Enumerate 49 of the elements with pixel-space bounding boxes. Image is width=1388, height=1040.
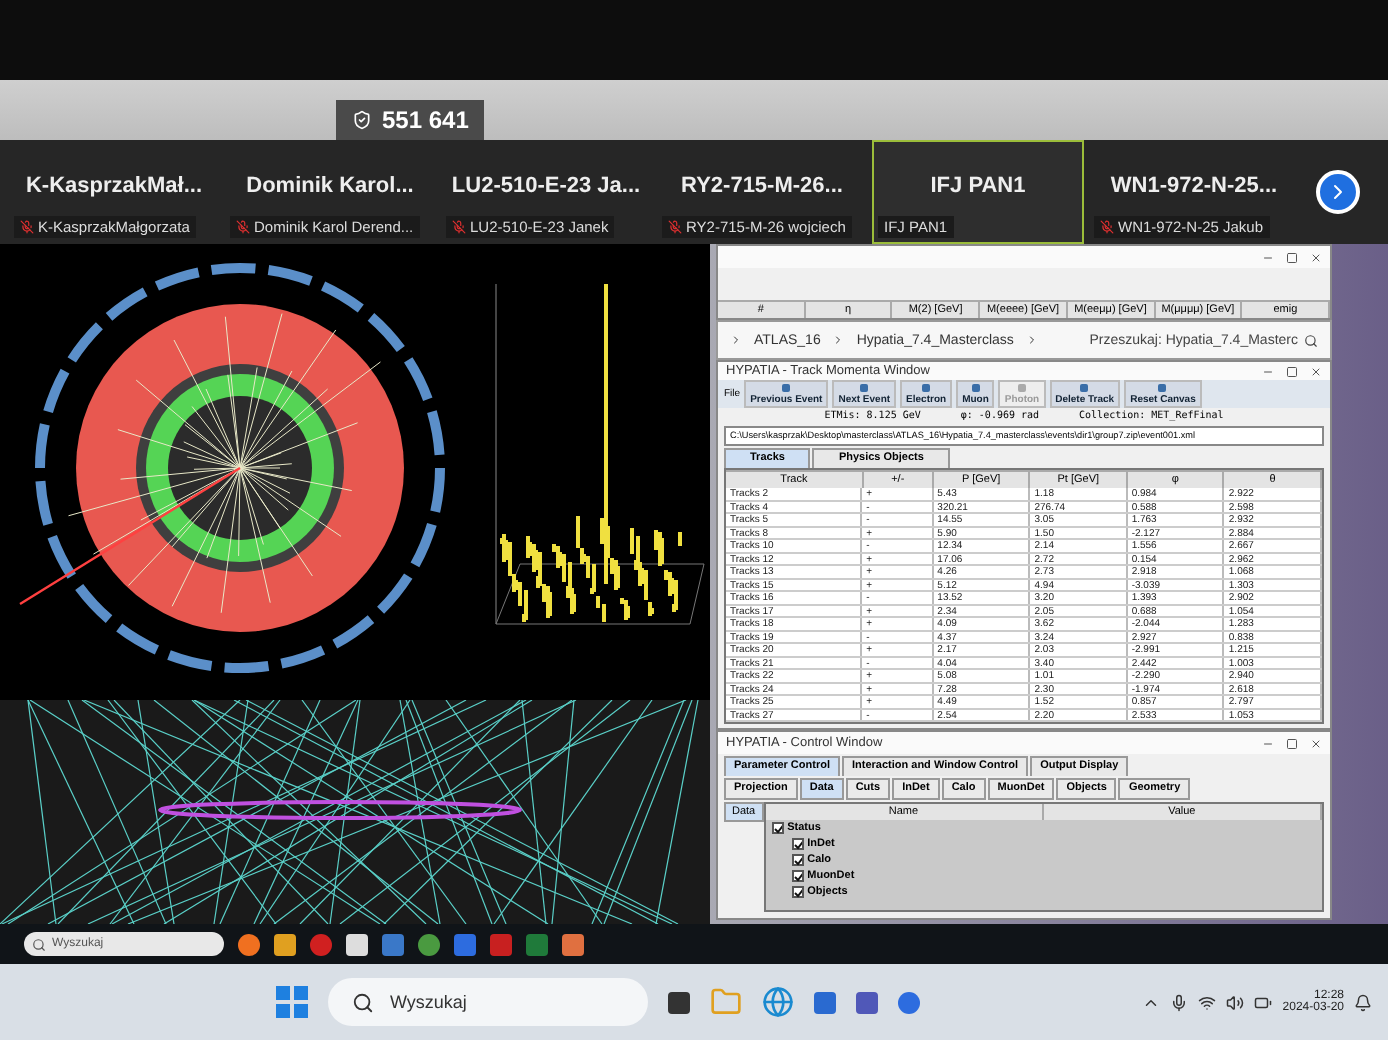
close-icon[interactable] xyxy=(1310,737,1322,749)
notification-icon[interactable] xyxy=(1354,993,1372,1011)
spreadsheet-icon[interactable] xyxy=(526,933,548,955)
muted-mic-icon xyxy=(452,220,466,234)
search-icon xyxy=(32,937,46,951)
folder-icon[interactable] xyxy=(274,933,296,955)
participant-name: LU2-510-E-23 Ja... xyxy=(449,174,643,198)
search-icon xyxy=(352,991,374,1013)
participant-name: RY2-715-M-26... xyxy=(679,174,845,198)
chevron-right-icon xyxy=(1025,334,1038,346)
muted-mic-icon xyxy=(1100,220,1114,234)
meeting-id-badge: 551 641 xyxy=(336,100,485,140)
muted-mic-icon xyxy=(236,220,250,234)
maximize-icon[interactable] xyxy=(1286,365,1298,377)
checkbox[interactable] xyxy=(791,886,804,898)
checkmark-icon xyxy=(773,823,782,833)
checkbox[interactable] xyxy=(791,838,804,850)
start-icon[interactable] xyxy=(276,986,308,1018)
browser-icon[interactable] xyxy=(238,933,260,955)
search-icon xyxy=(1304,333,1318,347)
checkbox[interactable] xyxy=(791,870,804,882)
checkbox[interactable] xyxy=(771,822,784,834)
checkbox[interactable] xyxy=(791,854,804,866)
browser-icon[interactable] xyxy=(762,986,794,1018)
battery-icon[interactable] xyxy=(1254,993,1273,1011)
app-icon[interactable] xyxy=(668,991,690,1013)
participant-name: K-KasprzakMał... xyxy=(23,174,205,198)
muted-mic-icon xyxy=(20,220,34,234)
speaker-icon[interactable] xyxy=(1226,993,1245,1011)
pdf-icon[interactable] xyxy=(490,933,512,955)
close-icon[interactable] xyxy=(1310,365,1322,377)
maximize-icon[interactable] xyxy=(1286,251,1298,263)
browser-icon[interactable] xyxy=(418,933,440,955)
browser-icon[interactable] xyxy=(310,933,332,955)
muted-mic-icon xyxy=(668,220,682,234)
app-icon[interactable] xyxy=(346,933,368,955)
maximize-icon[interactable] xyxy=(1286,737,1298,749)
chevron-right-icon xyxy=(730,334,742,346)
participant-name: IFJ PAN1 xyxy=(928,174,1028,198)
participant-name: Dominik Karol... xyxy=(244,174,416,198)
mic-icon[interactable] xyxy=(1170,993,1189,1011)
shield-icon xyxy=(352,110,372,130)
participant-name: WN1-972-N-25... xyxy=(1108,174,1280,198)
app-icon[interactable] xyxy=(562,933,584,955)
wifi-icon[interactable] xyxy=(1198,993,1217,1011)
close-icon[interactable] xyxy=(1310,251,1322,263)
search-field[interactable]: Wyszukaj xyxy=(328,978,648,1026)
chevron-right-icon xyxy=(832,334,845,346)
next-page-button[interactable] xyxy=(1316,170,1360,214)
